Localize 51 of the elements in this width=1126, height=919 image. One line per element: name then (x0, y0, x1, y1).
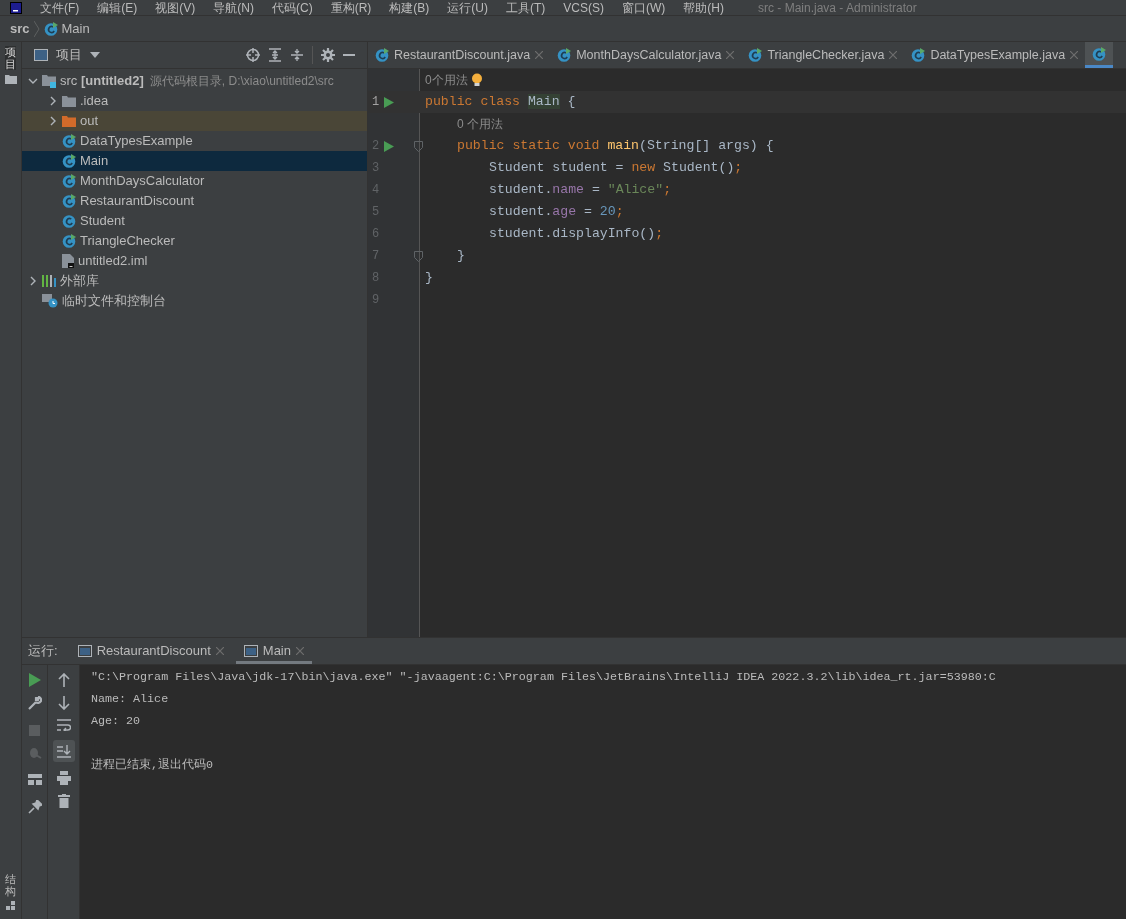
line-number: 1 (372, 94, 381, 111)
console-line: "C:\Program Files\Java\jdk-17\bin\java.exe" "-javaagent:C:\Program Files\JetBrains\IntelliJ IDEA 2022.3.2\lib\idea_rt.jar=53980:C (91, 669, 996, 687)
run-label: 运行: (28, 642, 58, 661)
code-line: public class Main { (424, 93, 576, 112)
tree-item[interactable]: 临时文件和控制台 (22, 291, 367, 311)
menu-item[interactable]: 导航(N) (213, 0, 254, 17)
tree-item[interactable]: out (22, 111, 367, 131)
breadcrumb-item[interactable]: src (10, 18, 30, 39)
panel-title[interactable]: 项目 (56, 45, 82, 65)
window-title: src - Main.java - Administrator (758, 0, 917, 17)
menu-item[interactable]: 工具(T) (506, 0, 546, 17)
tree-item[interactable]: Main (22, 151, 367, 171)
menu-item[interactable]: 构建(B) (389, 0, 430, 17)
menu-item[interactable]: 编辑(E) (97, 0, 138, 17)
menu-item[interactable]: 运行(U) (447, 0, 488, 17)
editor-tab[interactable]: DataTypesExample.java (904, 42, 1086, 68)
menu-item[interactable]: 窗口(W) (622, 0, 666, 17)
tree-item[interactable]: DataTypesExample (22, 131, 367, 151)
menu-item[interactable]: 帮助(H) (683, 0, 724, 17)
tree-item[interactable]: TriangleChecker (22, 231, 367, 251)
code-line: } (456, 247, 465, 266)
tree-item[interactable]: RestaurantDiscount (22, 191, 367, 211)
menu-item[interactable]: 重构(R) (330, 0, 372, 17)
tree-item[interactable]: MonthDaysCalculator (22, 171, 367, 191)
code-line: } (424, 269, 433, 288)
usage-hint[interactable]: 0个用法 (425, 71, 468, 89)
code-line: student.age = 20; (488, 203, 624, 222)
tree-item[interactable]: untitled2.iml (22, 251, 367, 271)
breadcrumb-item[interactable]: Main (43, 18, 90, 39)
tree-item[interactable]: .idea (22, 91, 367, 111)
code-line: Student student = new Student(); (488, 159, 743, 178)
menu-item[interactable]: 代码(C) (272, 0, 313, 17)
usage-hint[interactable]: 0 个用法 (457, 115, 503, 133)
menu-item[interactable]: 视图(V) (155, 0, 196, 17)
run-tab[interactable]: RestaurantDiscount (69, 638, 232, 664)
editor-tab[interactable]: MonthDaysCalculator.java (550, 42, 742, 68)
menu-item[interactable]: VCS(S) (563, 0, 604, 17)
side-tab[interactable]: 结构 (5, 872, 16, 897)
tree-item[interactable]: src [untitled2] 源代码根目录, D:\xiao\untitled2\src (22, 71, 367, 91)
code-line: student.displayInfo(); (488, 225, 664, 244)
side-tab[interactable]: 项目 (5, 46, 16, 71)
tree-item[interactable]: 外部库 (22, 271, 367, 291)
tree-item[interactable]: Student (22, 211, 367, 231)
menu-item[interactable]: 文件(F) (40, 0, 80, 17)
console-line: Age: 20 (91, 713, 141, 731)
code-line: public static void main(String[] args) { (456, 137, 774, 156)
editor-tab[interactable]: RestaurantDiscount.java (368, 42, 551, 68)
console-line: 进程已结束,退出代码0 (91, 757, 214, 775)
console-line: Name: Alice (91, 691, 169, 709)
editor-tab[interactable]: TriangleChecker.java (741, 42, 905, 68)
code-line: student.name = "Alice"; (488, 181, 672, 200)
